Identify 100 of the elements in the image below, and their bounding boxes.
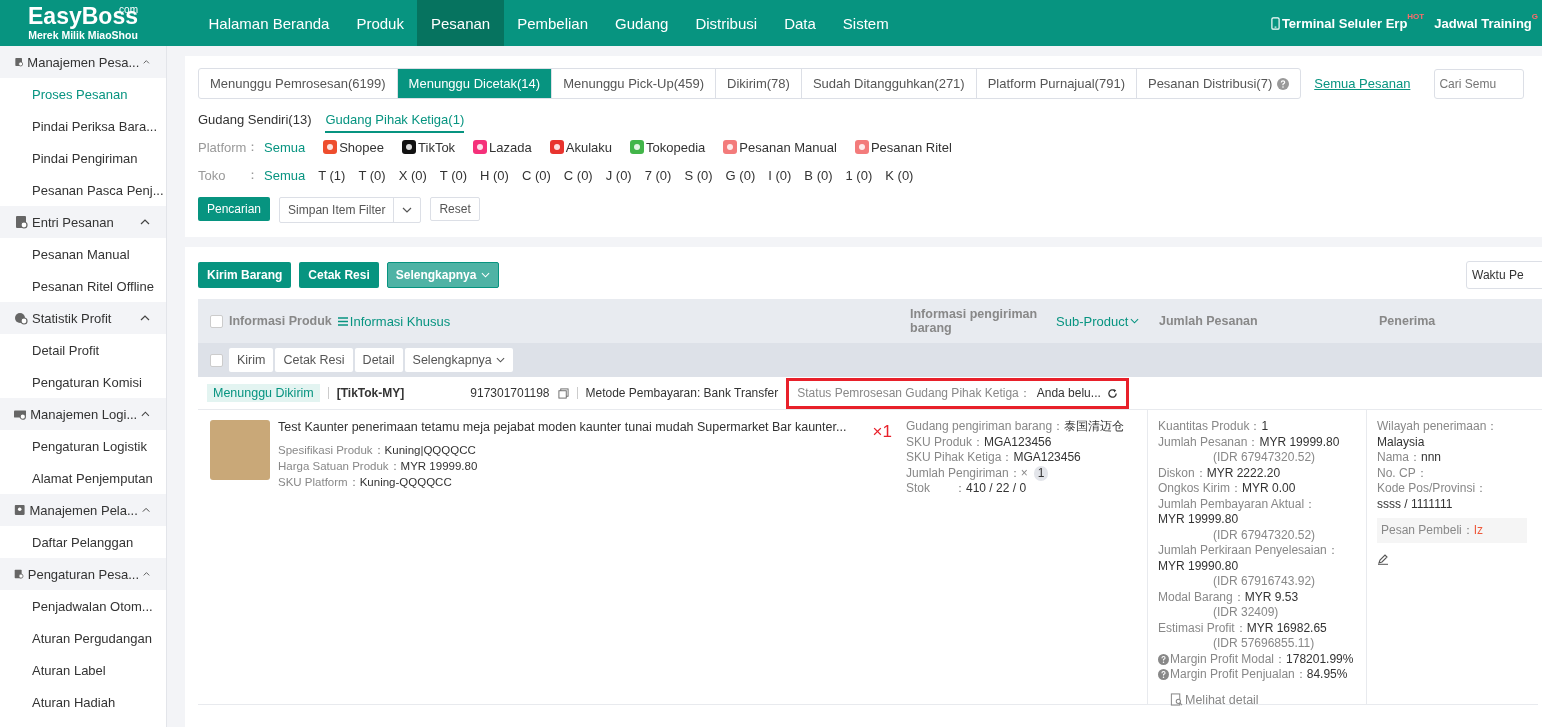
product-field: Spesifikasi Produk：Kuning|QQQQCC: [278, 442, 847, 458]
sidebar-item[interactable]: Detail Profit: [0, 334, 166, 366]
amount-field: Ongkos Kirim：MYR 0.00: [1158, 481, 1356, 497]
status-tab[interactable]: Menunggu Pick-Up(459): [552, 69, 717, 98]
amount-conversion: (IDR 67947320.52): [1212, 527, 1317, 543]
nav-item[interactable]: Distribusi: [681, 0, 771, 46]
store-option[interactable]: X (0): [398, 167, 427, 183]
sidebar-group[interactable]: Manajemen Pela...: [0, 494, 166, 526]
status-tab[interactable]: Platform Purnajual(791): [976, 69, 1137, 98]
platform-option[interactable]: Pesanan Ritel: [853, 139, 952, 155]
amount-field: Kuantitas Produk：1: [1158, 419, 1356, 435]
sidebar-item[interactable]: Pesanan Pasca Penj...: [0, 174, 166, 206]
copy-icon[interactable]: [557, 387, 569, 399]
batch-button[interactable]: Detail: [354, 348, 403, 372]
sidebar-item[interactable]: Alamat Penjemputan: [0, 462, 166, 494]
status-tab[interactable]: Pesanan Distribusi(7): [1136, 69, 1301, 98]
refresh-icon[interactable]: [1106, 387, 1118, 399]
sidebar-item[interactable]: Pengaturan Logistik: [0, 430, 166, 462]
warehouse-tab[interactable]: Gudang Sendiri(13): [198, 112, 312, 133]
store-option[interactable]: C (0): [563, 167, 593, 183]
nav-item[interactable]: Pesanan: [417, 0, 504, 46]
store-option[interactable]: B (0): [804, 167, 833, 183]
help-icon: [1158, 669, 1169, 681]
amount-field: Margin Profit Modal：178201.99%: [1158, 651, 1356, 667]
sidebar-item[interactable]: Aturan Pergudangan: [0, 622, 166, 654]
action-button[interactable]: Kirim Barang: [198, 262, 292, 288]
status-tab[interactable]: Sudah Ditangguhkan(271): [801, 69, 977, 98]
sidebar-item[interactable]: Pesanan Ritel Offline: [0, 270, 166, 302]
store-option[interactable]: G (0): [725, 167, 756, 183]
product-title[interactable]: Test Kaunter penerimaan tetamu meja pejabat moden kaunter tunai mudah Supermarket Bar kaunter...: [278, 420, 847, 434]
search-field[interactable]: Cari Semu: [1434, 68, 1525, 99]
store-option[interactable]: T (1): [318, 167, 346, 183]
save-filter-button[interactable]: Simpan Item Filter: [279, 197, 422, 223]
sidebar-group[interactable]: Manajemen Logi...: [0, 398, 166, 430]
menu-group-icon: [14, 503, 26, 517]
platform-option[interactable]: Shopee: [322, 139, 385, 155]
product-field: Harga Satuan Produk：MYR 19999.80: [278, 458, 847, 474]
platform-option[interactable]: Lazada: [472, 139, 532, 155]
time-select[interactable]: Waktu Pe: [1466, 261, 1542, 289]
sidebar-item[interactable]: Pindai Pengiriman: [0, 142, 166, 174]
product-photo-placeholder: [210, 420, 270, 480]
filter-colon: ：: [246, 166, 260, 184]
product-field: SKU Platform：Kuning-QQQQCC: [278, 474, 847, 490]
platform-logo-icon: [401, 139, 418, 155]
store-option[interactable]: I (0): [768, 167, 792, 183]
warehouse-tab[interactable]: Gudang Pihak Ketiga(1): [325, 112, 465, 133]
nav-item[interactable]: Pembelian: [503, 0, 602, 46]
batch-button[interactable]: Cetak Resi: [275, 348, 353, 372]
sidebar-item[interactable]: Aturan Hadiah: [0, 686, 166, 718]
sidebar-item[interactable]: Pindai Periksa Bara...: [0, 110, 166, 142]
sidebar-item[interactable]: Proses Pesanan: [0, 78, 166, 110]
platform-option[interactable]: Semua: [264, 139, 306, 155]
store-option[interactable]: J (0): [605, 167, 632, 183]
store-option[interactable]: 1 (0): [845, 167, 873, 183]
checkbox[interactable]: [210, 353, 223, 367]
recipient-field: Nama：nnn: [1377, 450, 1527, 466]
sidebar-group[interactable]: Pengaturan Pesa...: [0, 558, 166, 590]
amount-field: Jumlah Pesanan：MYR 19999.80: [1158, 434, 1356, 450]
sidebar-item[interactable]: Pesanan Manual: [0, 238, 166, 270]
status-tab[interactable]: Menunggu Dicetak(14): [397, 69, 553, 98]
status-tab[interactable]: Dikirim(78): [716, 69, 802, 98]
filter-colon: ：: [246, 138, 260, 156]
nav-item[interactable]: Produk: [342, 0, 418, 46]
action-button[interactable]: Cetak Resi: [299, 262, 379, 288]
platform-option[interactable]: TikTok: [401, 139, 456, 155]
platform-option[interactable]: Akulaku: [548, 139, 612, 155]
nav-item[interactable]: Halaman Beranda: [195, 0, 343, 46]
nav-item[interactable]: Gudang: [601, 0, 682, 46]
platform-option[interactable]: Tokopedia: [629, 139, 706, 155]
sidebar-group[interactable]: Entri Pesanan: [0, 206, 166, 238]
batch-button[interactable]: Kirim: [229, 348, 274, 372]
payment-method: Metode Pembayaran: Bank Transfer: [585, 386, 779, 400]
checkbox[interactable]: [210, 314, 223, 328]
sidebar-item[interactable]: Penjadwalan Otom...: [0, 590, 166, 622]
search-button[interactable]: Pencarian: [198, 197, 271, 221]
store-option[interactable]: K (0): [885, 167, 914, 183]
sidebar-item[interactable]: Aturan Label: [0, 654, 166, 686]
sidebar-item[interactable]: Daftar Pelanggan: [0, 526, 166, 558]
view-detail-link[interactable]: Melihat detail: [1170, 692, 1356, 707]
amount-field: Modal Barang：MYR 9.53: [1158, 589, 1356, 605]
batch-button[interactable]: Selengkapnya: [404, 348, 513, 372]
reset-button[interactable]: Reset: [430, 197, 480, 221]
nav-item[interactable]: Data: [770, 0, 830, 46]
pencil-icon[interactable]: [1377, 553, 1389, 565]
menu-group-icon: [14, 407, 27, 421]
sidebar-group[interactable]: Manajemen Pesa...: [0, 46, 166, 78]
store-option[interactable]: S (0): [684, 167, 713, 183]
store-option[interactable]: 7 (0): [644, 167, 672, 183]
store-option[interactable]: T (0): [439, 167, 468, 183]
status-tab[interactable]: Menunggu Pemrosesan(6199): [199, 69, 398, 98]
platform-option[interactable]: Pesanan Manual: [722, 139, 837, 155]
store-option[interactable]: C (0): [521, 167, 551, 183]
store-option[interactable]: H (0): [480, 167, 509, 183]
all-orders-link[interactable]: Semua Pesanan: [1314, 76, 1411, 91]
help-icon: [1158, 653, 1169, 665]
store-option[interactable]: T (0): [358, 167, 386, 183]
store-option[interactable]: Semua: [264, 167, 306, 183]
sidebar-item[interactable]: Pengaturan Komisi: [0, 366, 166, 398]
sidebar-group[interactable]: Statistik Profit: [0, 302, 166, 334]
nav-item[interactable]: Sistem: [829, 0, 903, 46]
